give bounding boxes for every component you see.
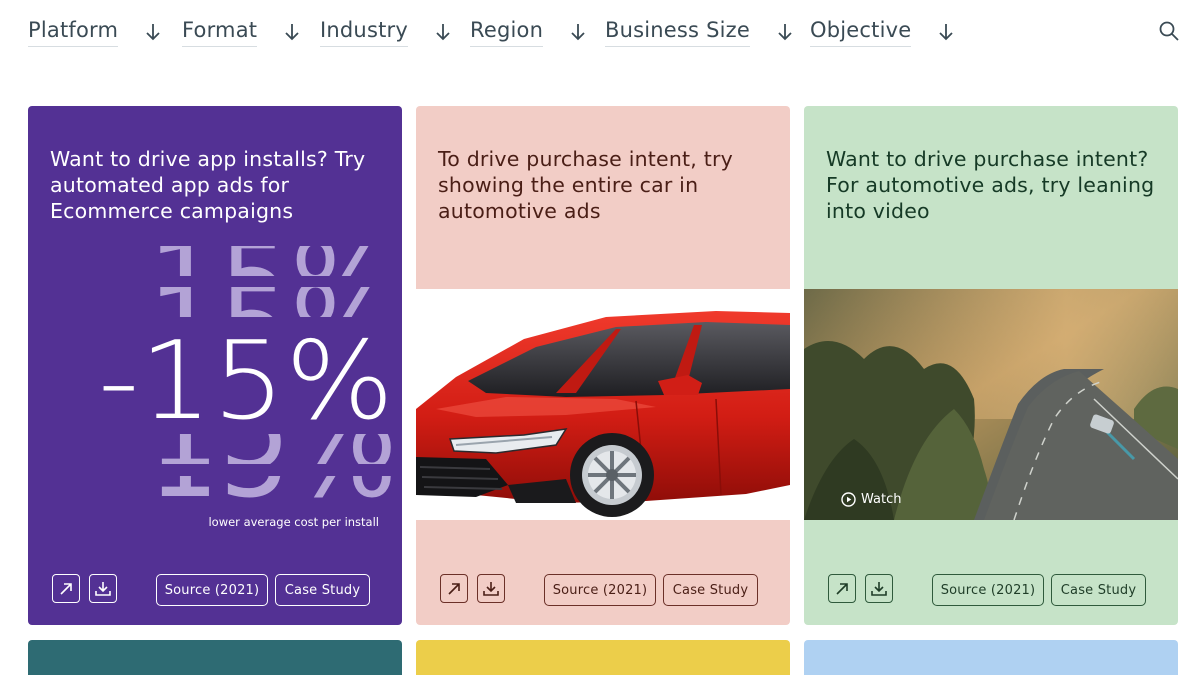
source-button[interactable]: Source (2021) bbox=[932, 574, 1044, 606]
stat-value: -15% bbox=[98, 319, 394, 444]
filter-region[interactable]: Region bbox=[470, 14, 587, 50]
insight-card-show-entire-car[interactable]: To drive purchase intent, try showing th… bbox=[416, 106, 790, 625]
filter-label: Platform bbox=[28, 17, 119, 47]
case-study-button[interactable]: Case Study bbox=[275, 574, 370, 606]
download-button[interactable] bbox=[865, 574, 893, 603]
arrow-up-right-icon bbox=[836, 582, 848, 595]
download-button[interactable] bbox=[477, 574, 505, 603]
video-thumbnail[interactable] bbox=[804, 289, 1178, 520]
stat-caption: lower average cost per install bbox=[208, 515, 379, 529]
download-icon bbox=[483, 581, 499, 596]
arrow-down-icon bbox=[778, 24, 792, 41]
insight-card-app-installs[interactable]: Want to drive app installs? Try automate… bbox=[28, 106, 402, 625]
share-button[interactable] bbox=[828, 574, 856, 603]
download-button[interactable] bbox=[89, 574, 117, 603]
filter-label: Business Size bbox=[605, 17, 750, 47]
arrow-down-icon bbox=[571, 24, 585, 41]
insight-card-partial[interactable] bbox=[804, 640, 1178, 675]
share-button[interactable] bbox=[52, 574, 80, 603]
card-title: To drive purchase intent, try showing th… bbox=[438, 147, 733, 223]
filter-industry[interactable]: Industry bbox=[320, 14, 452, 50]
filter-label: Format bbox=[182, 17, 258, 47]
car-image bbox=[416, 289, 790, 520]
watch-button[interactable]: Watch bbox=[841, 492, 901, 507]
source-button[interactable]: Source (2021) bbox=[156, 574, 268, 606]
arrow-down-icon bbox=[146, 24, 160, 41]
stat-graphic: 15% 15% 15% 15% -15% bbox=[98, 246, 397, 504]
filter-label: Industry bbox=[320, 17, 408, 47]
search-icon[interactable] bbox=[1157, 19, 1181, 43]
filter-objective[interactable]: Objective bbox=[810, 14, 955, 50]
filter-format[interactable]: Format bbox=[182, 14, 301, 50]
card-title: Want to drive app installs? Try automate… bbox=[50, 147, 366, 223]
insight-card-partial[interactable] bbox=[416, 640, 790, 675]
insight-card-partial[interactable] bbox=[28, 640, 402, 675]
filter-business-size[interactable]: Business Size bbox=[605, 14, 794, 50]
card-title: Want to drive purchase intent? For autom… bbox=[826, 147, 1155, 223]
insight-card-automotive-video[interactable]: Want to drive purchase intent? For autom… bbox=[804, 106, 1178, 625]
filter-label: Objective bbox=[810, 17, 912, 47]
arrow-down-icon bbox=[285, 24, 299, 41]
share-button[interactable] bbox=[440, 574, 468, 603]
card-actions: Source (2021) Case Study bbox=[416, 574, 790, 608]
card-actions: Source (2021) Case Study bbox=[28, 574, 402, 608]
download-icon bbox=[871, 581, 887, 596]
case-study-button[interactable]: Case Study bbox=[1051, 574, 1146, 606]
watch-label: Watch bbox=[861, 492, 902, 507]
source-button[interactable]: Source (2021) bbox=[544, 574, 656, 606]
arrow-down-icon bbox=[436, 24, 450, 41]
arrow-down-icon bbox=[939, 24, 954, 41]
arrow-up-right-icon bbox=[448, 582, 460, 595]
case-study-button[interactable]: Case Study bbox=[663, 574, 758, 606]
play-icon bbox=[841, 492, 856, 507]
filter-label: Region bbox=[470, 17, 544, 47]
filter-platform[interactable]: Platform bbox=[28, 14, 162, 50]
download-icon bbox=[95, 581, 111, 596]
card-actions: Source (2021) Case Study bbox=[804, 574, 1178, 608]
arrow-up-right-icon bbox=[60, 582, 72, 595]
filter-bar: Platform Format Industry Region Business… bbox=[0, 0, 1200, 70]
